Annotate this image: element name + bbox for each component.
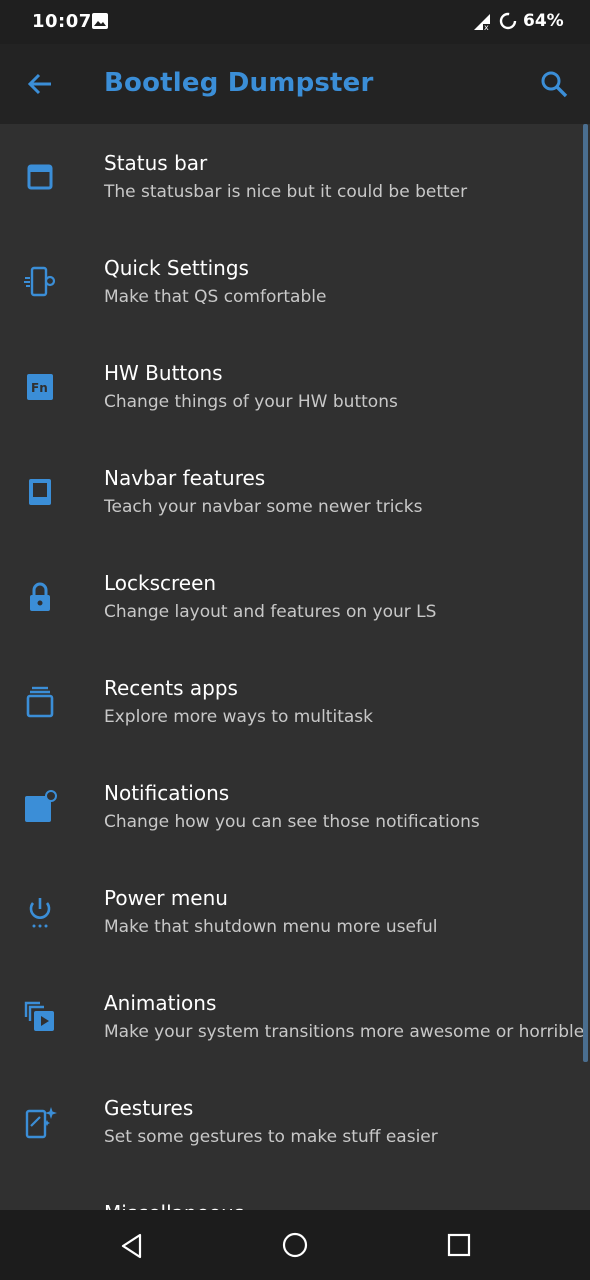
gesture-icon xyxy=(22,1104,58,1140)
search-icon xyxy=(541,71,568,98)
list-item-quick-settings[interactable]: Quick Settings Make that QS comfortable xyxy=(0,229,582,334)
arrow-back-icon xyxy=(27,73,51,95)
animation-icon xyxy=(22,999,58,1035)
svg-text:Fn: Fn xyxy=(31,381,48,395)
signal-icon: x xyxy=(472,12,492,32)
battery-saver-icon xyxy=(498,11,518,31)
item-summary: Set some gestures to make stuff easier xyxy=(104,1127,438,1147)
svg-text:x: x xyxy=(484,23,489,32)
item-summary: Make your system transitions more awesom… xyxy=(104,1022,585,1042)
battery-percent: 64% xyxy=(523,11,564,31)
app-bar: Bootleg Dumpster xyxy=(0,44,590,124)
nav-home-button[interactable] xyxy=(281,1231,309,1259)
list-item-animations[interactable]: Animations Make your system transitions … xyxy=(0,964,585,1069)
list-item-gestures[interactable]: Gestures Set some gestures to make stuff… xyxy=(0,1069,582,1174)
nav-recents-icon xyxy=(447,1233,471,1257)
phone-settings-icon xyxy=(22,264,58,300)
item-summary: Teach your navbar some newer tricks xyxy=(104,497,423,517)
list-item-hw-buttons[interactable]: Fn HW Buttons Change things of your HW b… xyxy=(0,334,582,439)
item-title: Miscellaneous xyxy=(104,1201,244,1210)
item-title: Quick Settings xyxy=(104,256,249,280)
search-button[interactable] xyxy=(536,66,572,102)
item-title: Navbar features xyxy=(104,466,266,490)
back-button[interactable] xyxy=(22,66,58,102)
item-summary: Make that shutdown menu more useful xyxy=(104,917,438,937)
status-bar-icon xyxy=(22,159,58,195)
status-bar: 10:07 x 64% xyxy=(0,0,590,44)
item-title: Status bar xyxy=(104,151,208,175)
recents-icon xyxy=(22,684,58,720)
item-summary: The statusbar is nice but it could be be… xyxy=(104,182,468,202)
list-item-navbar-features[interactable]: Navbar features Teach your navbar some n… xyxy=(0,439,582,544)
scrollbar[interactable] xyxy=(583,124,588,1062)
item-summary: Explore more ways to multitask xyxy=(104,707,373,727)
nav-recents-button[interactable] xyxy=(445,1231,473,1259)
item-summary: Change how you can see those notificatio… xyxy=(104,812,480,832)
navbar-icon xyxy=(22,474,58,510)
item-summary: Make that QS comfortable xyxy=(104,287,327,307)
item-title: Lockscreen xyxy=(104,571,217,595)
lock-icon xyxy=(22,579,58,615)
item-title: Gestures xyxy=(104,1096,194,1120)
list-item-power-menu[interactable]: Power menu Make that shutdown menu more … xyxy=(0,859,582,964)
list-item-status-bar[interactable]: Status bar The statusbar is nice but it … xyxy=(0,124,582,229)
item-summary: Change things of your HW buttons xyxy=(104,392,398,412)
power-icon xyxy=(22,894,58,930)
fn-key-icon: Fn xyxy=(22,369,58,405)
nav-back-button[interactable] xyxy=(118,1232,146,1260)
image-icon xyxy=(91,12,109,30)
list-item-notifications[interactable]: Notifications Change how you can see tho… xyxy=(0,754,582,859)
item-summary: Change layout and features on your LS xyxy=(104,602,437,622)
list-item-lockscreen[interactable]: Lockscreen Change layout and features on… xyxy=(0,544,582,649)
item-title: Recents apps xyxy=(104,676,238,700)
item-title: Notifications xyxy=(104,781,230,805)
nav-home-icon xyxy=(282,1232,308,1258)
settings-list: Status bar The statusbar is nice but it … xyxy=(0,124,590,1210)
nav-back-icon xyxy=(121,1233,142,1259)
system-nav-bar xyxy=(0,1210,590,1280)
page-title: Bootleg Dumpster xyxy=(104,68,374,98)
item-title: Animations xyxy=(104,991,217,1015)
item-title: HW Buttons xyxy=(104,361,223,385)
status-time: 10:07 xyxy=(32,11,92,32)
list-item-miscellaneous[interactable]: Miscellaneous xyxy=(0,1174,582,1210)
list-item-recents-apps[interactable]: Recents apps Explore more ways to multit… xyxy=(0,649,582,754)
notification-icon xyxy=(22,789,58,825)
item-title: Power menu xyxy=(104,886,228,910)
